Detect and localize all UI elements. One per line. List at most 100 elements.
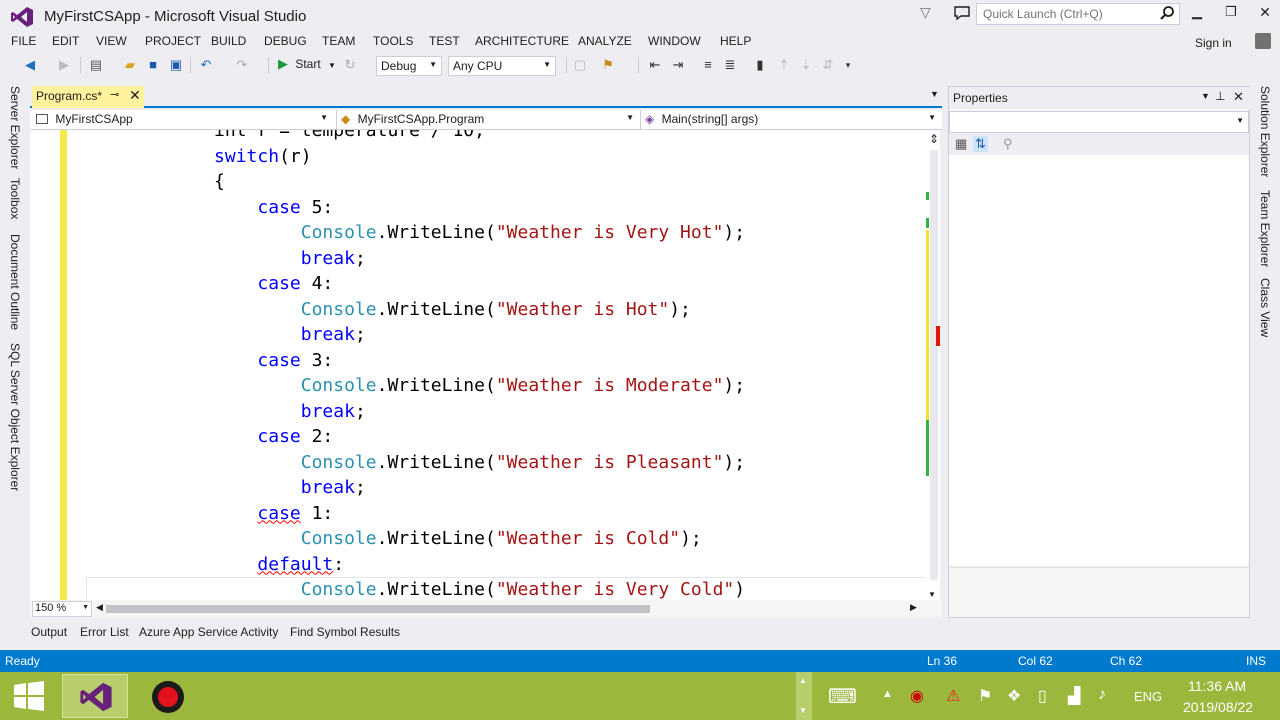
code-line[interactable]: Console.WriteLine("Weather is Cold"); xyxy=(84,526,702,552)
menu-test[interactable]: TEST xyxy=(429,34,460,48)
pin-icon[interactable]: ⊸ xyxy=(110,88,119,101)
menu-window[interactable]: WINDOW xyxy=(648,34,701,48)
menu-edit[interactable]: EDIT xyxy=(52,34,79,48)
tab-program-cs[interactable]: Program.cs* ⊸ ✕ xyxy=(32,86,144,108)
menu-tools[interactable]: TOOLS xyxy=(373,34,413,48)
code-line[interactable]: case 2: xyxy=(84,424,333,450)
bookmark-icon[interactable]: ▮ xyxy=(752,57,768,73)
property-pages-icon[interactable]: ⚲ xyxy=(1003,136,1013,152)
code-line[interactable]: break; xyxy=(84,475,366,501)
code-line[interactable]: break; xyxy=(84,246,366,272)
windows-start-icon[interactable] xyxy=(12,680,46,712)
menu-analyze[interactable]: ANALYZE xyxy=(578,34,632,48)
pin-icon[interactable]: ⊥ xyxy=(1215,89,1225,103)
tab-output[interactable]: Output xyxy=(31,625,67,639)
code-line[interactable]: switch(r) xyxy=(84,144,312,170)
dropbox-icon[interactable]: ❖ xyxy=(1007,686,1021,706)
code-line[interactable]: int r = temperature / 10; xyxy=(84,130,485,144)
code-line[interactable]: case 5: xyxy=(84,195,333,221)
code-editor[interactable]: int r = temperature / 10; switch(r) { ca… xyxy=(30,130,925,600)
menu-team[interactable]: TEAM xyxy=(322,34,355,48)
open-file-icon[interactable]: ▰ xyxy=(122,57,138,73)
antivirus-icon[interactable]: ◉ xyxy=(910,686,924,706)
find-in-files-icon[interactable]: ⚑ xyxy=(600,57,616,73)
menu-build[interactable]: BUILD xyxy=(211,34,246,48)
type-nav-select[interactable]: ◆ MyFirstCSApp.Program ▼ xyxy=(336,110,638,130)
scrollbar-track[interactable] xyxy=(930,150,938,580)
taskbar-scroll[interactable]: ▲ ▼ xyxy=(796,672,812,720)
code-line[interactable]: default: xyxy=(84,552,344,578)
redo-icon[interactable]: ↷ xyxy=(234,57,250,73)
close-icon[interactable]: ✕ xyxy=(1233,89,1244,105)
code-line[interactable]: Console.WriteLine("Weather is Hot"); xyxy=(84,297,691,323)
show-hidden-icons-icon[interactable]: ▲ xyxy=(882,688,893,700)
code-line[interactable]: Console.WriteLine("Weather is Moderate")… xyxy=(84,373,745,399)
tab-class-view[interactable]: Class View xyxy=(1258,278,1272,337)
tab-solution-explorer[interactable]: Solution Explorer xyxy=(1258,86,1272,177)
signal-icon[interactable]: ▟ xyxy=(1068,686,1080,706)
comment-icon[interactable]: ≡ xyxy=(700,57,716,73)
menu-help[interactable]: HELP xyxy=(720,34,751,48)
network-blocked-icon[interactable]: ⚑ xyxy=(978,686,992,706)
close-window-button[interactable]: ✕ xyxy=(1250,4,1280,26)
zoom-select[interactable]: 150 % ▼ xyxy=(32,601,92,617)
menu-project[interactable]: PROJECT xyxy=(145,34,201,48)
acrobat-icon[interactable]: ⚠ xyxy=(946,686,960,706)
start-debugging-button[interactable]: ▶ Start ▼ xyxy=(278,56,336,76)
tab-error-list[interactable]: Error List xyxy=(80,625,129,639)
close-icon[interactable]: ✕ xyxy=(129,87,141,104)
taskbar-screen-recorder[interactable] xyxy=(136,674,202,718)
project-nav-select[interactable]: MyFirstCSApp ▼ xyxy=(32,110,332,130)
code-line[interactable]: Console.WriteLine("Weather is Pleasant")… xyxy=(84,450,745,476)
new-project-icon[interactable]: ▤ xyxy=(88,57,104,73)
menu-file[interactable]: FILE xyxy=(11,34,36,48)
prev-bookmark-icon[interactable]: ⇡ xyxy=(776,57,792,73)
quick-launch-input[interactable] xyxy=(977,4,1157,24)
tab-document-outline[interactable]: Document Outline xyxy=(8,234,22,330)
tab-team-explorer[interactable]: Team Explorer xyxy=(1258,190,1272,267)
scroll-right-icon[interactable]: ▶ xyxy=(910,602,917,613)
undo-icon[interactable]: ↶ xyxy=(198,57,214,73)
quick-launch-box[interactable] xyxy=(976,3,1180,25)
chevron-down-icon[interactable]: ▼ xyxy=(1201,91,1210,101)
solution-config-select[interactable]: Debug ▼ xyxy=(376,56,442,76)
solution-platform-select[interactable]: Any CPU ▼ xyxy=(448,56,556,76)
navigate-forward-icon[interactable]: ▶ xyxy=(56,57,72,73)
clear-bookmarks-icon[interactable]: ⇵ xyxy=(820,57,836,73)
taskbar-visual-studio[interactable] xyxy=(62,674,128,718)
step-icon[interactable]: ⇤ xyxy=(647,57,663,73)
tab-server-explorer[interactable]: Server Explorer xyxy=(8,86,22,169)
input-language[interactable]: ENG xyxy=(1134,689,1162,704)
toolbar-options-icon[interactable]: ▾ xyxy=(840,57,856,73)
horizontal-scrollbar-thumb[interactable] xyxy=(106,605,650,613)
categorized-icon[interactable]: ▦ xyxy=(955,136,967,152)
tab-find-symbol-results[interactable]: Find Symbol Results xyxy=(290,625,400,639)
restore-button[interactable]: ❐ xyxy=(1216,4,1246,26)
sign-in-link[interactable]: Sign in xyxy=(1195,36,1232,50)
scroll-down-icon[interactable]: ▼ xyxy=(928,590,936,599)
account-icon[interactable] xyxy=(1255,33,1271,49)
tab-azure-app-service-activity[interactable]: Azure App Service Activity xyxy=(139,625,278,639)
tab-list-dropdown-icon[interactable]: ▼ xyxy=(930,89,939,99)
code-line[interactable]: break; xyxy=(84,322,366,348)
tab-toolbox[interactable]: Toolbox xyxy=(8,178,22,219)
clock-time[interactable]: 11:36 AM xyxy=(1188,678,1246,694)
code-line[interactable]: Console.WriteLine("Weather is Very Hot")… xyxy=(84,220,745,246)
save-icon[interactable]: ■ xyxy=(145,57,161,73)
feedback-icon[interactable] xyxy=(953,4,971,22)
code-line[interactable]: break; xyxy=(84,399,366,425)
clock-date[interactable]: 2019/08/22 xyxy=(1183,699,1253,715)
refresh-icon[interactable]: ↻ xyxy=(342,57,358,73)
notifications-flag-icon[interactable]: ▽ xyxy=(920,4,931,21)
next-bookmark-icon[interactable]: ⇣ xyxy=(798,57,814,73)
volume-icon[interactable]: ♪ xyxy=(1098,686,1106,704)
code-line[interactable]: case 3: xyxy=(84,348,333,374)
split-editor-icon[interactable]: ⇕ xyxy=(928,132,940,146)
scroll-left-icon[interactable]: ◀ xyxy=(96,602,103,613)
menu-debug[interactable]: DEBUG xyxy=(264,34,307,48)
touch-keyboard-icon[interactable]: ⌨ xyxy=(828,684,857,709)
navigate-back-icon[interactable]: ◀ xyxy=(22,57,38,73)
member-nav-select[interactable]: ◈ Main(string[] args) ▼ xyxy=(640,110,940,130)
code-line[interactable]: { xyxy=(84,169,225,195)
code-line[interactable]: Console.WriteLine("Weather is Very Cold"… xyxy=(84,577,745,600)
